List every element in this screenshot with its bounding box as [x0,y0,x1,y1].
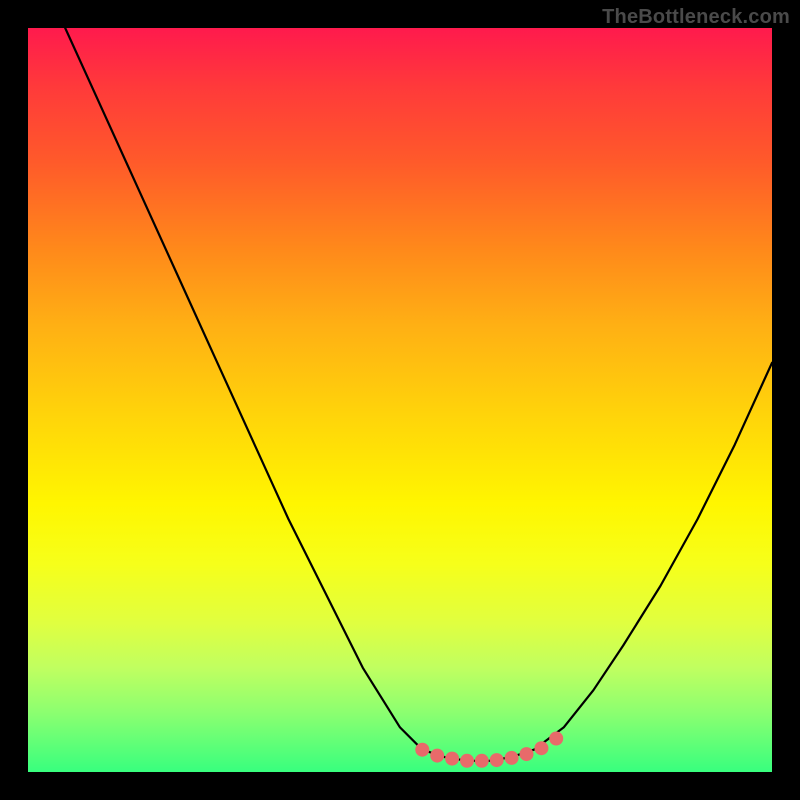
flat-zone-dot [475,754,489,768]
flat-zone-dot [490,753,504,767]
flat-zone-dot [534,741,548,755]
bottleneck-curve-path [65,28,772,761]
chart-frame: TheBottleneck.com [0,0,800,800]
attribution-label: TheBottleneck.com [602,6,790,29]
plot-area [28,28,772,772]
flat-zone-dot [460,754,474,768]
flat-zone-dots [415,732,563,768]
flat-zone-dot [520,747,534,761]
flat-zone-dot [505,751,519,765]
flat-zone-dot [430,749,444,763]
curve-svg [28,28,772,772]
flat-zone-dot [445,752,459,766]
flat-zone-dot [415,743,429,757]
flat-zone-dot [549,732,563,746]
